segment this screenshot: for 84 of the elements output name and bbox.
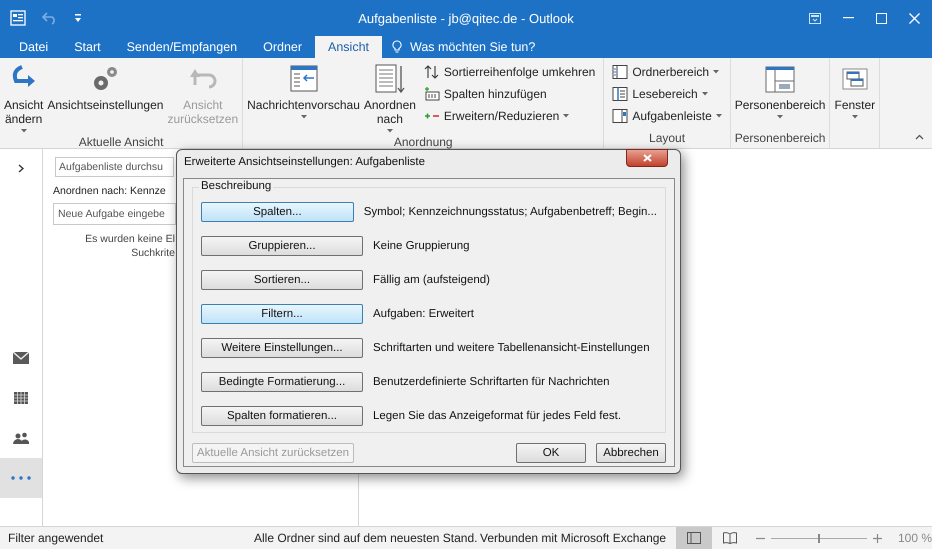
book-icon (722, 532, 737, 544)
close-icon (642, 154, 652, 162)
ok-button[interactable]: OK (516, 443, 586, 463)
addcol-icon (424, 86, 440, 102)
settings-button[interactable]: Filtern... (201, 304, 363, 324)
caret-icon (300, 115, 306, 119)
ribbon-button[interactable]: Ordnerbereich (610, 62, 724, 81)
ribbon-tab[interactable]: Start (61, 36, 114, 58)
folderpane-icon (612, 64, 628, 80)
more-icon (11, 476, 31, 480)
app-icon[interactable] (10, 10, 26, 26)
zoom-slider-thumb[interactable] (818, 534, 820, 542)
settings-button[interactable]: Bedingte Formatierung... (201, 372, 363, 392)
setting-summary: Symbol; Kennzeichnungsstatus; Aufgabenbetreff; Begin... (364, 206, 657, 218)
taskbar-icon (612, 108, 628, 124)
tell-me-field[interactable]: Was möchten Sie tun? (408, 39, 562, 55)
close-icon[interactable] (909, 12, 920, 24)
caret-icon (563, 114, 570, 118)
setting-summary: Aufgaben: Erweitert (373, 308, 474, 320)
window-title: Aufgabenliste - jb@qitec.de - Outlook (358, 10, 574, 26)
sync-status: Alle Ordner sind auf dem neuesten Stand. (254, 531, 478, 545)
ribbon-button[interactable]: Aufgabenleiste (610, 106, 724, 125)
connection-status: Verbunden mit Microsoft Exchange (480, 531, 668, 545)
ribbon-button[interactable]: Anordnen nach (362, 61, 418, 135)
caret-icon (20, 129, 27, 133)
maximize-icon[interactable] (876, 12, 887, 24)
ribbon-tab[interactable]: Datei (6, 36, 62, 58)
settings-button[interactable]: Spalten... (201, 202, 354, 222)
collapse-ribbon-icon[interactable] (915, 134, 924, 140)
ribbon-display-icon[interactable] (809, 12, 821, 24)
caret-icon (777, 115, 784, 119)
group-label: Layout (648, 131, 686, 147)
caret-icon (386, 129, 393, 133)
quick-access-menu-icon[interactable] (74, 13, 82, 23)
lightbulb-icon (392, 40, 402, 54)
ribbon-button[interactable]: Personenbereich (732, 61, 828, 121)
ribbon-button[interactable]: Spalten hinzufügen (422, 84, 598, 103)
caret-icon (713, 70, 720, 74)
readpane-icon (612, 86, 628, 102)
ribbon-tab[interactable]: Ansicht (315, 36, 382, 58)
ribbon-button[interactable]: Ansichtseinstellungen (45, 61, 166, 114)
settings-button[interactable]: Sortieren... (201, 270, 363, 290)
setting-summary: Fällig am (aufsteigend) (373, 274, 490, 286)
ribbon-button[interactable]: Erweitern/Reduzieren (422, 106, 598, 125)
caret-icon (702, 92, 708, 96)
settings-button[interactable]: Spalten formatieren... (201, 406, 363, 426)
group-label: Aktuelle Ansicht (78, 135, 164, 149)
normal-view-icon (686, 532, 701, 544)
ribbon-button[interactable]: Fenster (832, 61, 878, 121)
new-task-field[interactable]: Neue Aufgabe eingebe (53, 203, 176, 225)
ribbon-tab[interactable]: Senden/Empfangen (114, 36, 250, 58)
caret-icon (716, 114, 722, 118)
normal-view-button[interactable] (676, 527, 712, 549)
settings-button[interactable]: Weitere Einstellungen... (201, 338, 363, 358)
people-icon (13, 432, 29, 444)
cancel-button[interactable]: Abbrechen (596, 443, 666, 463)
mail-icon (13, 352, 29, 364)
minimize-icon[interactable] (843, 17, 854, 19)
zoom-level: 100 % (898, 531, 932, 545)
group-label: Anordnung (392, 135, 454, 149)
calendar-icon (14, 392, 28, 404)
ribbon-button[interactable]: Ansicht ändern (2, 61, 46, 135)
dialog-title: Erweiterte Ansichtseinstellungen: Aufgabenliste (184, 156, 426, 168)
setting-summary: Keine Gruppierung (373, 240, 470, 252)
group-title: Beschreibung (199, 180, 274, 192)
filter-status: Filter angewendet (7, 531, 104, 545)
setting-summary: Benutzerdefinierte Schriftarten für Nachrichten (373, 376, 610, 388)
ribbon-button[interactable]: Sortierreihenfolge umkehren (422, 62, 598, 81)
empty-message: Suchkrite (131, 246, 175, 260)
zoom-in-icon[interactable] (872, 534, 882, 542)
arrange-icon (374, 63, 406, 95)
close-button[interactable] (626, 149, 668, 167)
caret-icon (852, 115, 858, 119)
ribbon-tab[interactable]: Ordner (250, 36, 316, 58)
empty-message: Es wurden keine El (85, 232, 175, 246)
settings-button[interactable]: Gruppieren... (201, 236, 363, 256)
ribbon-button[interactable]: Lesebereich (610, 84, 724, 103)
search-field[interactable]: Aufgabenliste durchsu (55, 157, 174, 177)
setting-summary: Schriftarten und weitere Tabellenansicht-Einstellungen (373, 342, 650, 354)
sort-icon (424, 64, 440, 80)
setting-summary: Legen Sie das Anzeigeformat für jedes Feld fest. (373, 410, 622, 422)
group-label: Personenbereich (734, 131, 826, 147)
arrange-by-label: Anordnen nach: Kennze (53, 185, 166, 197)
ribbon-button[interactable]: Nachrichtenvorschau (245, 61, 362, 121)
